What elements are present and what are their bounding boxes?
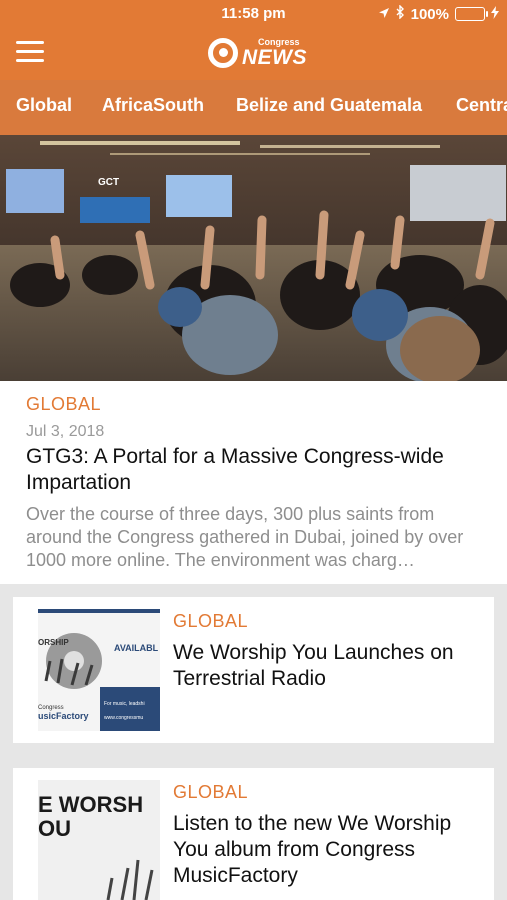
charging-bolt-icon	[491, 5, 499, 23]
list-item[interactable]: ORSHIP AVAILABL Congress usicFactory For…	[13, 597, 494, 743]
article-category: GLOBAL	[173, 611, 249, 631]
article-thumbnail: E WORSH OU	[38, 780, 160, 900]
article-category: GLOBAL	[173, 782, 249, 802]
app-header: 11:58 pm 100% Congress NEWS	[0, 0, 507, 80]
tab-africasouth[interactable]: AfricaSouth	[102, 95, 204, 116]
battery-percent: 100%	[410, 5, 449, 23]
featured-date: Jul 3, 2018	[26, 423, 105, 440]
thumb-text: E WORSH	[38, 792, 143, 817]
thumb-text: www.congressmu	[104, 715, 143, 721]
thumb-text: OU	[38, 816, 71, 841]
battery-icon	[455, 7, 488, 21]
featured-title[interactable]: GTG3: A Portal for a Massive Congress-wi…	[26, 444, 476, 496]
article-thumbnail: ORSHIP AVAILABL Congress usicFactory For…	[38, 609, 160, 731]
tab-global[interactable]: Global	[16, 95, 72, 116]
stage-screen-text: GCT	[98, 177, 119, 188]
thumb-text: usicFactory	[38, 711, 89, 721]
status-bar: 11:58 pm 100%	[0, 0, 507, 28]
thumb-text: AVAILABL	[114, 643, 159, 653]
featured-article-image: GCT	[0, 135, 507, 381]
article-title[interactable]: We Worship You Launches on Terrestrial R…	[173, 640, 478, 692]
logo-mark-icon	[208, 38, 238, 68]
tab-belize-guatemala[interactable]: Belize and Guatemala	[236, 95, 422, 116]
app-logo: Congress NEWS	[208, 36, 307, 70]
category-tabs: Global AfricaSouth Belize and Guatemala …	[0, 80, 507, 135]
thumb-text: For music, leadshi	[104, 701, 145, 707]
menu-icon[interactable]	[16, 41, 44, 63]
featured-article-card[interactable]: GCT GLOBAL Jul 3, 2018 GTG3: A Portal fo…	[0, 135, 507, 584]
tab-central[interactable]: Centra	[456, 95, 507, 116]
logo-big-text: NEWS	[242, 46, 307, 69]
bluetooth-icon	[396, 4, 405, 23]
thumb-text: ORSHIP	[38, 638, 69, 647]
status-right: 100%	[378, 4, 499, 23]
article-title[interactable]: Listen to the new We Worship You album f…	[173, 811, 478, 889]
location-arrow-icon	[378, 6, 390, 23]
featured-category: GLOBAL	[26, 394, 102, 414]
list-item[interactable]: E WORSH OU GLOBAL Listen to the new We W…	[13, 768, 494, 900]
featured-excerpt: Over the course of three days, 300 plus …	[26, 504, 464, 570]
